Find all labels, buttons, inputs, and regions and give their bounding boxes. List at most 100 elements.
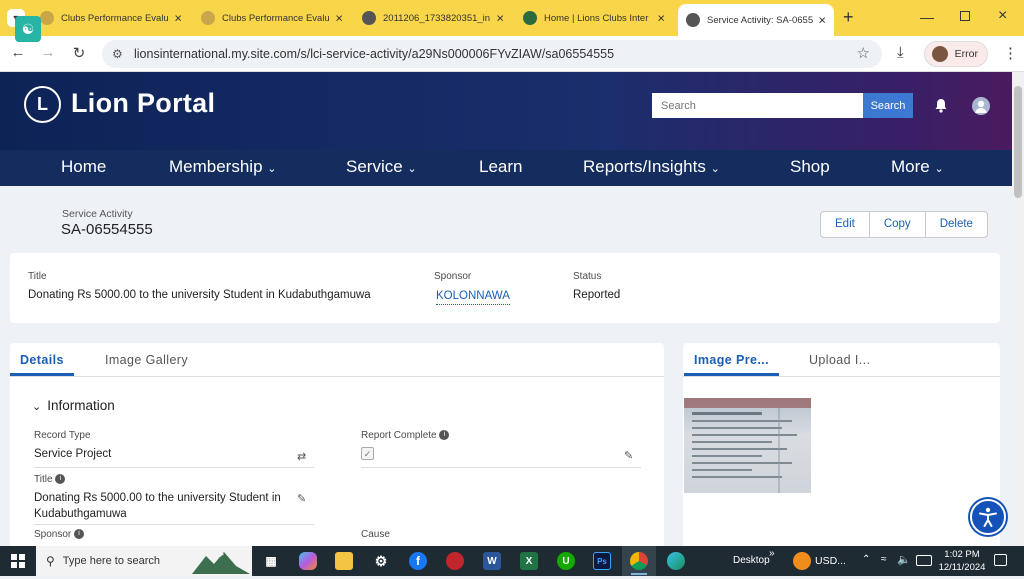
mountain-search-highlight-icon [192, 550, 250, 574]
settings-gear-icon[interactable]: ⚙ [372, 552, 390, 570]
task-view-icon[interactable]: ▦ [262, 552, 280, 570]
tab-upload-image[interactable]: Upload I... [809, 353, 870, 367]
toolbar-expand-icon[interactable]: » [769, 548, 775, 559]
keyboard-icon[interactable] [916, 555, 932, 566]
clock-date[interactable]: 12/11/2024 [936, 562, 988, 573]
nav-home[interactable]: Home [61, 150, 106, 186]
wifi-icon[interactable]: ≈ [881, 554, 887, 565]
windows-start-icon[interactable] [11, 554, 25, 568]
chevron-down-icon: ⌄ [710, 163, 720, 175]
report-complete-checkbox[interactable]: ✓ [361, 447, 374, 460]
title-label: Title i [34, 474, 66, 485]
browser-tab-bar: ▼ Clubs Performance Evalu × Clubs Perfor… [0, 0, 1024, 36]
tab-image-gallery[interactable]: Image Gallery [105, 353, 188, 367]
url-bar[interactable]: ⚙ lionsinternational.my.site.com/s/lci-s… [102, 40, 882, 68]
minimize-icon[interactable]: — [920, 9, 934, 25]
edit-pencil-icon[interactable]: ✎ [297, 492, 306, 505]
highlight-status-label: Status [573, 271, 602, 282]
delete-button[interactable]: Delete [924, 212, 987, 237]
bookmark-star-icon[interactable]: ☆ [857, 40, 870, 68]
browser-menu-icon[interactable]: ⋮ [1003, 44, 1018, 62]
upwork-icon[interactable]: U [557, 552, 575, 570]
forward-icon[interactable]: → [38, 44, 58, 61]
back-icon[interactable]: ← [8, 44, 28, 61]
portal-search-input[interactable] [652, 93, 863, 118]
record-type-value: Service Project [34, 448, 112, 460]
section-toggle[interactable]: ⌄ Information [32, 398, 115, 413]
site-info-icon[interactable]: ⚙ [112, 40, 123, 68]
tab-divider [10, 376, 664, 377]
sponsor-label: Sponsor i [34, 529, 85, 540]
chevron-down-icon: ⌄ [407, 163, 417, 175]
facebook-icon[interactable]: f [409, 552, 427, 570]
tray-expand-icon[interactable]: ⌃ [862, 554, 870, 565]
photoshop-icon[interactable]: Ps [593, 552, 611, 570]
notification-bell-icon[interactable] [934, 98, 948, 113]
record-type-label: Record Type [34, 430, 91, 441]
address-toolbar: ← → ↻ ⚙ lionsinternational.my.site.com/s… [0, 36, 1024, 72]
nav-learn[interactable]: Learn [479, 150, 522, 186]
window-close-icon[interactable]: × [998, 7, 1007, 25]
highlight-sponsor-link[interactable]: KOLONNAWA [436, 290, 510, 305]
reload-icon[interactable]: ↻ [69, 44, 89, 62]
edit-pencil-icon[interactable]: ✎ [624, 449, 633, 462]
restore-icon[interactable] [960, 11, 970, 21]
file-explorer-icon[interactable] [335, 552, 353, 570]
word-icon[interactable]: W [483, 552, 501, 570]
portal-search-button[interactable]: Search [863, 93, 913, 118]
field-divider [361, 467, 641, 468]
edge-icon[interactable] [667, 552, 685, 570]
close-tab-icon[interactable]: × [174, 11, 182, 26]
nav-reports-insights[interactable]: Reports/Insights ⌄ [583, 150, 720, 186]
image-side-panel: Image Pre... Upload I... [683, 343, 1000, 548]
copy-button[interactable]: Copy [868, 212, 925, 237]
tab-image-preview[interactable]: Image Pre... [694, 353, 769, 367]
lions-logo-icon[interactable]: L [24, 86, 61, 123]
browser-tab[interactable]: Clubs Performance Evalu × [32, 5, 190, 31]
close-tab-icon[interactable]: × [496, 11, 504, 26]
nav-shop[interactable]: Shop [790, 150, 830, 186]
browser-tab[interactable]: Home | Lions Clubs Inter × [515, 5, 673, 31]
change-record-type-icon[interactable]: ⇄ [297, 450, 306, 463]
page-scrollbar-thumb[interactable] [1014, 86, 1022, 198]
user-avatar-icon[interactable] [972, 97, 990, 115]
field-divider [34, 524, 314, 525]
currency-widget-icon[interactable] [793, 552, 811, 570]
browser-tab-active[interactable]: Service Activity: SA-0655 × [678, 4, 834, 36]
clock-time[interactable]: 1:02 PM [943, 549, 981, 560]
close-tab-icon[interactable]: × [657, 11, 665, 26]
browser-tab[interactable]: 2011206_1733820351_in × [354, 5, 512, 31]
accessibility-icon[interactable] [970, 499, 1006, 535]
copilot-icon[interactable] [299, 552, 317, 570]
portal-brand[interactable]: Lion Portal [71, 88, 215, 119]
chrome-icon[interactable] [630, 552, 648, 570]
document-image-thumbnail[interactable] [684, 398, 811, 493]
info-icon[interactable]: i [55, 474, 66, 485]
currency-widget-label[interactable]: USD... [815, 555, 846, 567]
profile-error-button[interactable]: Error [924, 41, 988, 67]
nav-service[interactable]: Service ⌄ [346, 150, 417, 186]
edit-button[interactable]: Edit [821, 212, 869, 237]
antivirus-icon[interactable] [446, 552, 464, 570]
highlight-status-value: Reported [573, 289, 621, 301]
notification-center-icon[interactable] [994, 554, 1007, 566]
browser-tab[interactable]: Clubs Performance Evalu × [193, 5, 351, 31]
desktop-toolbar-label[interactable]: Desktop [733, 555, 770, 566]
record-name: SA-06554555 [61, 221, 153, 238]
close-tab-icon[interactable]: × [335, 11, 343, 26]
new-tab-button[interactable]: + [843, 7, 854, 28]
info-icon[interactable]: i [74, 529, 85, 540]
lions-clubs-favicon-icon [523, 11, 537, 25]
tab-details[interactable]: Details [20, 353, 64, 367]
nav-more[interactable]: More ⌄ [891, 150, 944, 186]
close-tab-icon[interactable]: × [818, 13, 826, 28]
info-icon[interactable]: i [439, 430, 450, 441]
volume-icon[interactable]: 🔈 [897, 553, 911, 566]
taskbar-search-placeholder: Type here to search [62, 555, 161, 567]
chrome-active-indicator [631, 573, 647, 575]
taskbar-search[interactable]: ⚲ Type here to search [36, 546, 252, 576]
excel-icon[interactable]: X [520, 552, 538, 570]
download-icon[interactable]: ⤓ [897, 44, 904, 61]
nav-membership[interactable]: Membership ⌄ [169, 150, 277, 186]
main-navigation: Home Membership ⌄ Service ⌄ Learn Report… [0, 150, 1012, 186]
